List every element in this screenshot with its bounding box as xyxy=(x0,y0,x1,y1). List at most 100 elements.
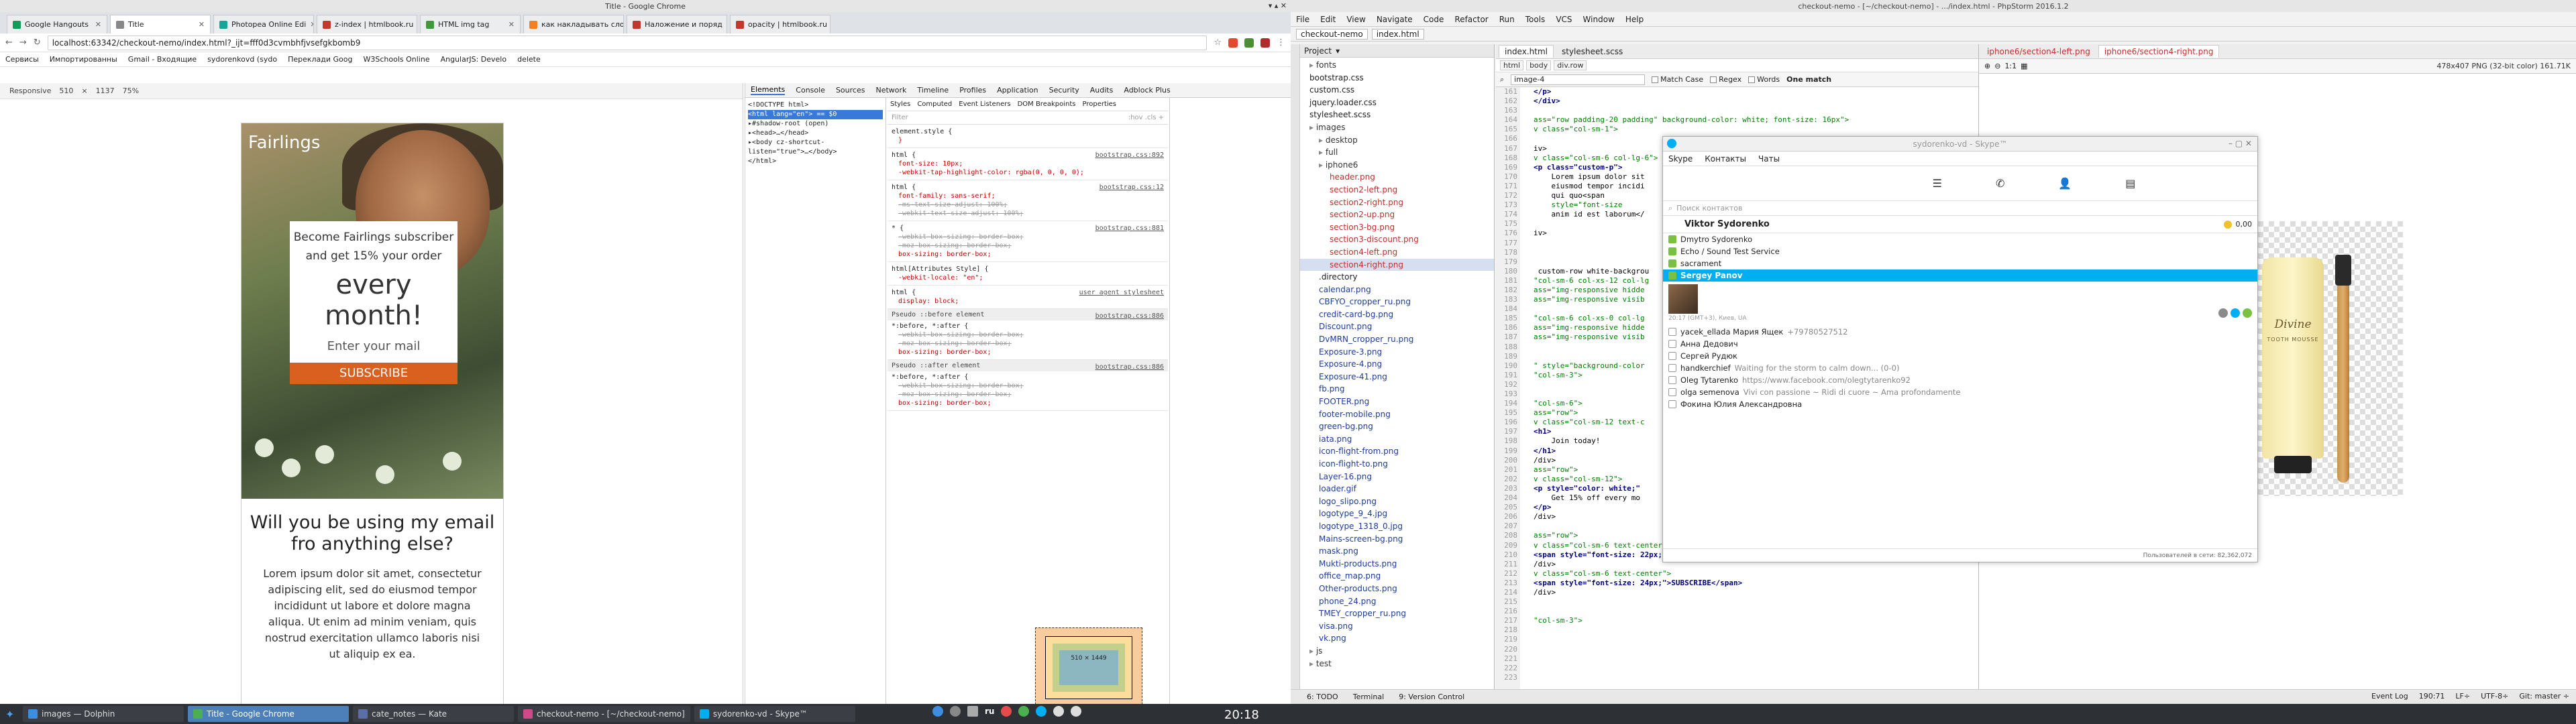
close-icon[interactable]: ✕ xyxy=(508,20,515,29)
browser-tab[interactable]: z-index | htmlbook.ru✕ xyxy=(317,15,417,34)
menu-icon[interactable]: ⋮ xyxy=(1277,38,1285,48)
tree-file[interactable]: vk.png xyxy=(1300,632,1494,645)
tree-file[interactable]: visa.png xyxy=(1300,620,1494,633)
contact-item[interactable]: olga semenova Vivi con passione ~ Ridi di… xyxy=(1663,386,2257,398)
tray-icon[interactable] xyxy=(932,706,943,717)
list-icon[interactable]: ☰ xyxy=(1933,177,1942,190)
taskbar-task[interactable]: images — Dolphin xyxy=(23,706,184,722)
device-mode[interactable]: Responsive xyxy=(9,86,51,95)
tree-file[interactable]: green-bg.png xyxy=(1300,420,1494,433)
css-property[interactable]: -webkit-locale: "en"; xyxy=(892,274,1164,282)
css-property[interactable]: -webkit-box-sizing: border-box; xyxy=(892,233,1164,241)
skype-menu-item[interactable]: Контакты xyxy=(1705,154,1746,164)
checkbox-icon[interactable] xyxy=(1710,76,1717,83)
code-line[interactable]: v class="col-sm-1"> xyxy=(1534,125,1978,134)
rule-selector[interactable]: *:before, *:after { xyxy=(892,373,1164,381)
extension-icon[interactable] xyxy=(1244,38,1254,48)
tree-file[interactable]: TMEY_cropper_ru.png xyxy=(1300,607,1494,620)
call-icon[interactable]: ✆ xyxy=(1996,177,2004,190)
skype-tray-icon[interactable] xyxy=(1036,706,1047,717)
image-tab[interactable]: iphone6/section4-right.png xyxy=(2098,45,2220,58)
code-line[interactable] xyxy=(1534,635,1978,644)
find-option[interactable]: Match Case xyxy=(1652,75,1703,84)
network-icon[interactable] xyxy=(1071,706,1082,717)
nav-crumb[interactable]: checkout-nemo xyxy=(1296,28,1368,40)
css-property[interactable]: -ms-text-size-adjust: 100%; xyxy=(892,200,1164,209)
balance[interactable]: 0,00 xyxy=(2223,220,2252,229)
tree-file[interactable]: Exposure-3.png xyxy=(1300,346,1494,359)
zoom-in-icon[interactable]: ⊕ xyxy=(1984,62,1990,70)
tree-file[interactable]: section2-up.png xyxy=(1300,208,1494,221)
contact-item[interactable]: Echo / Sound Test Service xyxy=(1663,245,2257,257)
contact-item[interactable]: sacrament xyxy=(1663,257,2257,269)
tree-file[interactable]: section4-right.png xyxy=(1300,258,1494,272)
tree-folder[interactable]: js xyxy=(1300,645,1494,658)
dom-node[interactable]: ▸<body cz-shortcut-listen="true">…</body… xyxy=(748,138,883,157)
devtools-tab[interactable]: Console xyxy=(796,86,825,95)
css-property[interactable]: -webkit-tap-highlight-color: rgba(0, 0, … xyxy=(892,168,1164,177)
contact-item[interactable]: handkerchief Waiting for the storm to cal… xyxy=(1663,362,2257,374)
dropdown-icon[interactable]: ▾ xyxy=(1336,46,1340,56)
clock[interactable]: 20:18 xyxy=(1224,708,1259,722)
bookmark-item[interactable]: Сервисы xyxy=(5,55,39,64)
tree-file[interactable]: credit-card-bg.png xyxy=(1300,308,1494,321)
zoom-out-icon[interactable]: ⊖ xyxy=(1994,62,2000,70)
tool-window-button[interactable]: 9: Version Control xyxy=(1399,692,1464,701)
code-line[interactable] xyxy=(1534,673,1978,682)
dom-node[interactable]: <html lang="en"> == $0 xyxy=(748,110,883,119)
dom-node[interactable]: </html> xyxy=(748,157,883,166)
rule-source-link[interactable]: bootstrap.css:886 xyxy=(1095,363,1164,371)
code-line[interactable] xyxy=(1534,625,1978,635)
menu-item[interactable]: Help xyxy=(1625,15,1644,24)
tree-file[interactable]: stylesheet.scss xyxy=(1300,109,1494,121)
tree-file[interactable]: section4-left.png xyxy=(1300,246,1494,259)
find-option[interactable]: Regex xyxy=(1710,75,1741,84)
css-property[interactable]: } xyxy=(892,136,1164,145)
browser-tab[interactable]: Photopea Online Edi✕ xyxy=(213,15,314,34)
close-icon[interactable]: ✕ xyxy=(95,20,101,29)
window-controls[interactable]: ▾ ▴ ✕ xyxy=(1269,1,1287,10)
tree-file[interactable]: bootstrap.css xyxy=(1300,72,1494,84)
contact-search[interactable]: ⌕ Поиск контактов xyxy=(1663,201,2257,216)
menu-item[interactable]: Tools xyxy=(1525,15,1546,24)
find-option[interactable]: Words xyxy=(1748,75,1780,84)
project-header[interactable]: Project ▾ xyxy=(1300,44,1494,58)
contact-item[interactable]: Сергей Рудюк xyxy=(1663,350,2257,362)
tree-file[interactable]: loader.gif xyxy=(1300,483,1494,495)
taskbar-task[interactable]: Title - Google Chrome xyxy=(188,706,349,722)
contacts-book-icon[interactable]: ▤ xyxy=(2125,177,2135,190)
tree-file[interactable]: phone_24.png xyxy=(1300,595,1494,608)
dom-node[interactable]: <!DOCTYPE html> xyxy=(748,101,883,110)
close-icon[interactable]: ✕ xyxy=(310,20,313,29)
back-icon[interactable]: ← xyxy=(5,38,13,48)
tree-file[interactable]: FOOTER.png xyxy=(1300,396,1494,408)
tree-file[interactable]: section2-right.png xyxy=(1300,196,1494,209)
bookmark-item[interactable]: W3Schools Online xyxy=(363,55,429,64)
css-property[interactable]: -webkit-box-sizing: border-box; xyxy=(892,330,1164,339)
tree-file[interactable]: .directory xyxy=(1300,271,1494,284)
css-property[interactable]: font-family: sans-serif; xyxy=(892,192,1164,200)
tree-file[interactable]: Exposure-4.png xyxy=(1300,358,1494,371)
contact-item[interactable]: yacek_ellada Мария Ящек +79780527512 xyxy=(1663,326,2257,338)
tree-file[interactable]: fb.png xyxy=(1300,383,1494,396)
app-launcher-icon[interactable]: ✦ xyxy=(5,708,19,721)
code-line[interactable]: <span style="font-size: 24px;">SUBSCRIBE… xyxy=(1534,579,1978,588)
browser-tab[interactable]: Google Hangouts ✕ xyxy=(7,15,107,34)
taskbar-task[interactable]: checkout-nemo - [~/checkout-nemo] xyxy=(518,706,690,722)
contact-item[interactable]: Oleg Tytarenko https://www.facebook.com/o… xyxy=(1663,374,2257,386)
styles-tab[interactable]: Computed xyxy=(917,101,952,108)
bookmark-item[interactable]: Gmail - Входящие xyxy=(128,55,197,64)
css-property[interactable]: display: block; xyxy=(892,297,1164,306)
code-line[interactable]: v class="col-sm-6 text-center"> xyxy=(1534,569,1978,579)
css-property[interactable]: box-sizing: border-box; xyxy=(892,399,1164,408)
tree-file[interactable]: office_map.png xyxy=(1300,570,1494,583)
tree-file[interactable]: Exposure-41.png xyxy=(1300,371,1494,383)
tree-file[interactable]: jquery.loader.css xyxy=(1300,97,1494,109)
rule-selector[interactable]: html[Attributes Style] { xyxy=(892,265,1164,274)
tree-file[interactable]: Discount.png xyxy=(1300,320,1494,333)
tree-file[interactable]: logotype_1318_0.jpg xyxy=(1300,520,1494,533)
menu-item[interactable]: Run xyxy=(1499,15,1515,24)
dom-node[interactable]: ▸<head>…</head> xyxy=(748,129,883,138)
tree-file[interactable]: Mukti-products.png xyxy=(1300,558,1494,570)
code-line[interactable]: /div> xyxy=(1534,588,1978,597)
